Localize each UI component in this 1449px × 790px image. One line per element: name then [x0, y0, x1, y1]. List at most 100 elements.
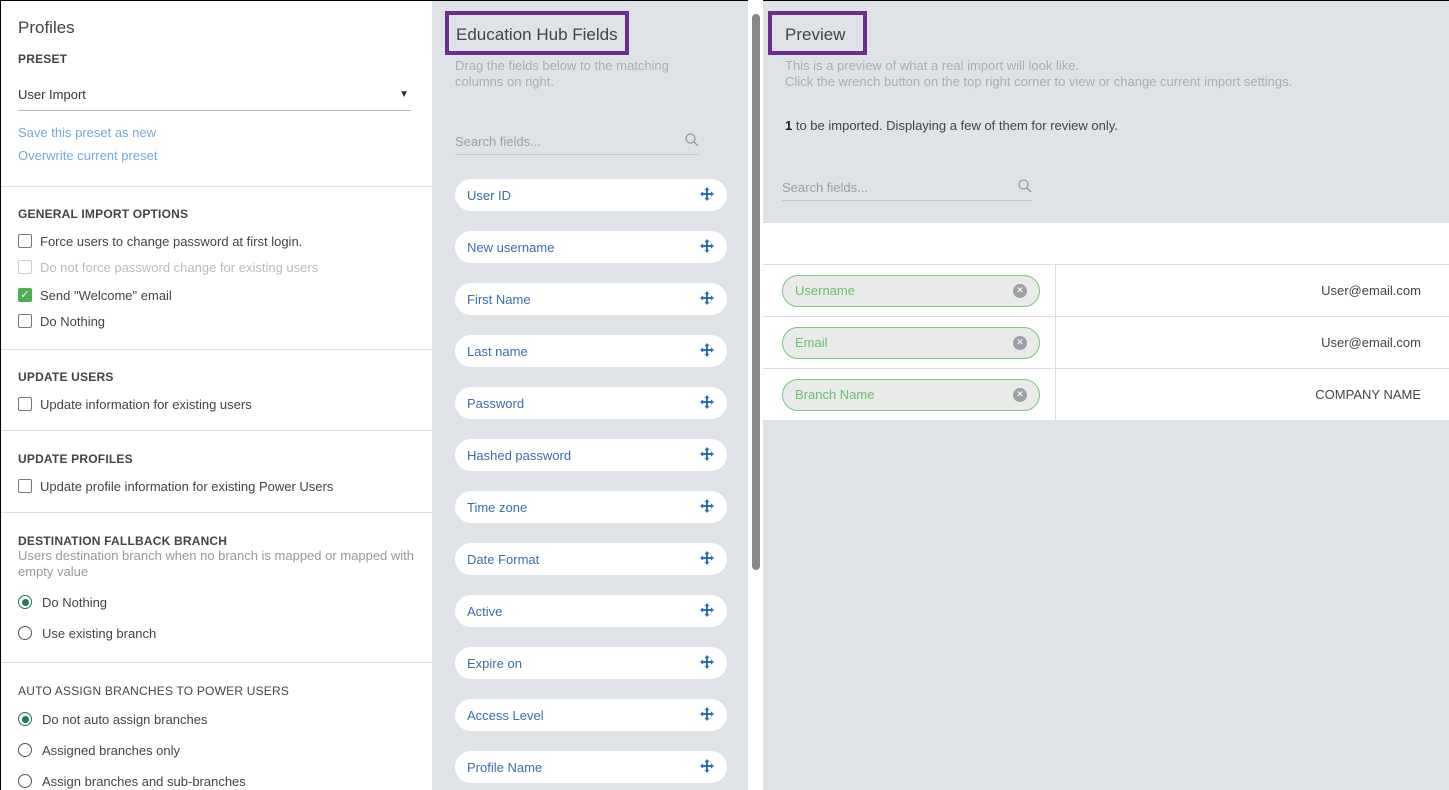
radio[interactable] — [18, 626, 32, 640]
field-pill[interactable]: Date Format — [455, 543, 727, 575]
fields-search-input[interactable] — [455, 134, 655, 149]
move-icon[interactable] — [699, 758, 715, 777]
assigned-branches-radio[interactable]: Assigned branches only — [18, 741, 180, 759]
do-nothing-option[interactable]: Do Nothing — [18, 312, 105, 330]
option-label: Use existing branch — [42, 625, 157, 641]
mapped-field-pill[interactable]: Branch Name ✕ — [782, 378, 1040, 411]
table-row: Branch Name ✕ COMPANY NAME — [763, 369, 1449, 421]
education-hub-fields-panel: Education Hub Fields Drag the fields bel… — [432, 0, 748, 790]
search-icon[interactable] — [1018, 179, 1032, 196]
mapped-field-pill[interactable]: Username ✕ — [782, 274, 1040, 307]
table-row: Email ✕ User@email.com — [763, 317, 1449, 369]
checkbox-checked[interactable]: ✓ — [18, 288, 32, 302]
checkbox[interactable] — [18, 479, 32, 493]
move-icon[interactable] — [699, 394, 715, 413]
option-label: Assign branches and sub-branches — [42, 773, 246, 789]
field-pill[interactable]: Profile Name — [455, 751, 727, 783]
preview-search[interactable] — [782, 175, 1032, 201]
field-pill[interactable]: Last name — [455, 335, 727, 367]
divider — [1, 349, 432, 350]
checkbox[interactable] — [18, 234, 32, 248]
import-count: 1 to be imported. Displaying a few of th… — [785, 118, 1118, 133]
checkbox — [18, 260, 32, 274]
search-icon[interactable] — [685, 133, 699, 150]
field-pill-label: Date Format — [467, 551, 540, 567]
highlight-box — [768, 11, 867, 55]
preview-desc-line: This is a preview of what a real import … — [785, 58, 1080, 73]
overwrite-preset-link[interactable]: Overwrite current preset — [18, 148, 157, 163]
update-users-option[interactable]: Update information for existing users — [18, 395, 252, 413]
radio[interactable] — [18, 743, 32, 757]
field-pill[interactable]: Expire on — [455, 647, 727, 679]
field-pill[interactable]: First Name — [455, 283, 727, 315]
radio-selected[interactable] — [18, 595, 32, 609]
field-pill[interactable]: Hashed password — [455, 439, 727, 471]
preview-value-cell: COMPANY NAME — [1315, 387, 1421, 402]
update-profiles-option[interactable]: Update profile information for existing … — [18, 477, 333, 495]
mapped-field-cell: Username ✕ — [763, 265, 1056, 316]
field-pill-label: Hashed password — [467, 447, 572, 463]
move-icon[interactable] — [699, 550, 715, 569]
scrollbar[interactable] — [752, 14, 760, 570]
fields-search[interactable] — [455, 129, 699, 155]
option-label: Assigned branches only — [42, 742, 181, 758]
remove-icon[interactable]: ✕ — [1013, 283, 1027, 298]
divider — [1, 662, 432, 663]
move-icon[interactable] — [699, 706, 715, 725]
move-icon[interactable] — [699, 654, 715, 673]
no-auto-assign-radio[interactable]: Do not auto assign branches — [18, 710, 208, 728]
move-icon[interactable] — [699, 290, 715, 309]
preset-select-value: User Import — [18, 87, 86, 102]
checkbox[interactable] — [18, 397, 32, 411]
divider — [1, 512, 432, 513]
field-pill[interactable]: Password — [455, 387, 727, 419]
force-password-option[interactable]: Force users to change password at first … — [18, 232, 302, 250]
preset-select[interactable]: User Import ▼ — [18, 87, 411, 111]
radio[interactable] — [18, 774, 32, 788]
preview-value-cell: User@email.com — [1321, 335, 1421, 350]
chevron-down-icon: ▼ — [399, 89, 409, 100]
update-profiles-heading: UPDATE PROFILES — [18, 452, 133, 466]
profiles-title: Profiles — [18, 18, 75, 37]
move-icon[interactable] — [699, 602, 715, 621]
welcome-email-option[interactable]: ✓ Send "Welcome" email — [18, 286, 172, 304]
field-pill[interactable]: Active — [455, 595, 727, 627]
save-preset-link[interactable]: Save this preset as new — [18, 125, 156, 140]
move-icon[interactable] — [699, 238, 715, 257]
move-icon[interactable] — [699, 498, 715, 517]
auto-assign-heading: AUTO ASSIGN BRANCHES TO POWER USERS — [18, 684, 290, 698]
preview-table: Username ✕ User@email.com Email ✕ User@email.… — [763, 223, 1449, 421]
import-count-text: to be imported. Displaying a few of them… — [792, 118, 1118, 133]
fallback-do-nothing-radio[interactable]: Do Nothing — [18, 593, 107, 611]
radio-selected[interactable] — [18, 712, 32, 726]
move-icon[interactable] — [699, 342, 715, 361]
option-label: Send "Welcome" email — [40, 287, 172, 303]
divider — [1, 186, 432, 187]
preview-table-header — [763, 223, 1449, 265]
option-label: Do Nothing — [42, 594, 108, 610]
preset-label: PRESET — [18, 52, 68, 66]
move-icon[interactable] — [699, 186, 715, 205]
option-label: Force users to change password at first … — [40, 233, 303, 249]
field-pill[interactable]: Access Level — [455, 699, 727, 731]
update-users-heading: UPDATE USERS — [18, 370, 114, 384]
option-label: Do Nothing — [40, 313, 106, 329]
mapped-field-label: Email — [795, 335, 828, 350]
fallback-description: Users destination branch when no branch … — [18, 548, 415, 579]
field-pill[interactable]: New username — [455, 231, 727, 263]
preview-panel: Preview This is a preview of what a real… — [763, 0, 1449, 790]
field-pill[interactable]: User ID — [455, 179, 727, 211]
remove-icon[interactable]: ✕ — [1013, 387, 1027, 402]
checkbox[interactable] — [18, 314, 32, 328]
option-label: Do not force password change for existin… — [40, 259, 319, 275]
field-pill[interactable]: Time zone — [455, 491, 727, 523]
remove-icon[interactable]: ✕ — [1013, 335, 1027, 350]
divider — [1, 430, 432, 431]
fallback-existing-branch-radio[interactable]: Use existing branch — [18, 624, 156, 642]
move-icon[interactable] — [699, 446, 715, 465]
mapped-field-pill[interactable]: Email ✕ — [782, 326, 1040, 359]
field-pill-label: Last name — [467, 343, 528, 359]
table-row: Username ✕ User@email.com — [763, 265, 1449, 317]
preview-search-input[interactable] — [782, 180, 982, 195]
branches-and-sub-branches-radio[interactable]: Assign branches and sub-branches — [18, 772, 246, 790]
